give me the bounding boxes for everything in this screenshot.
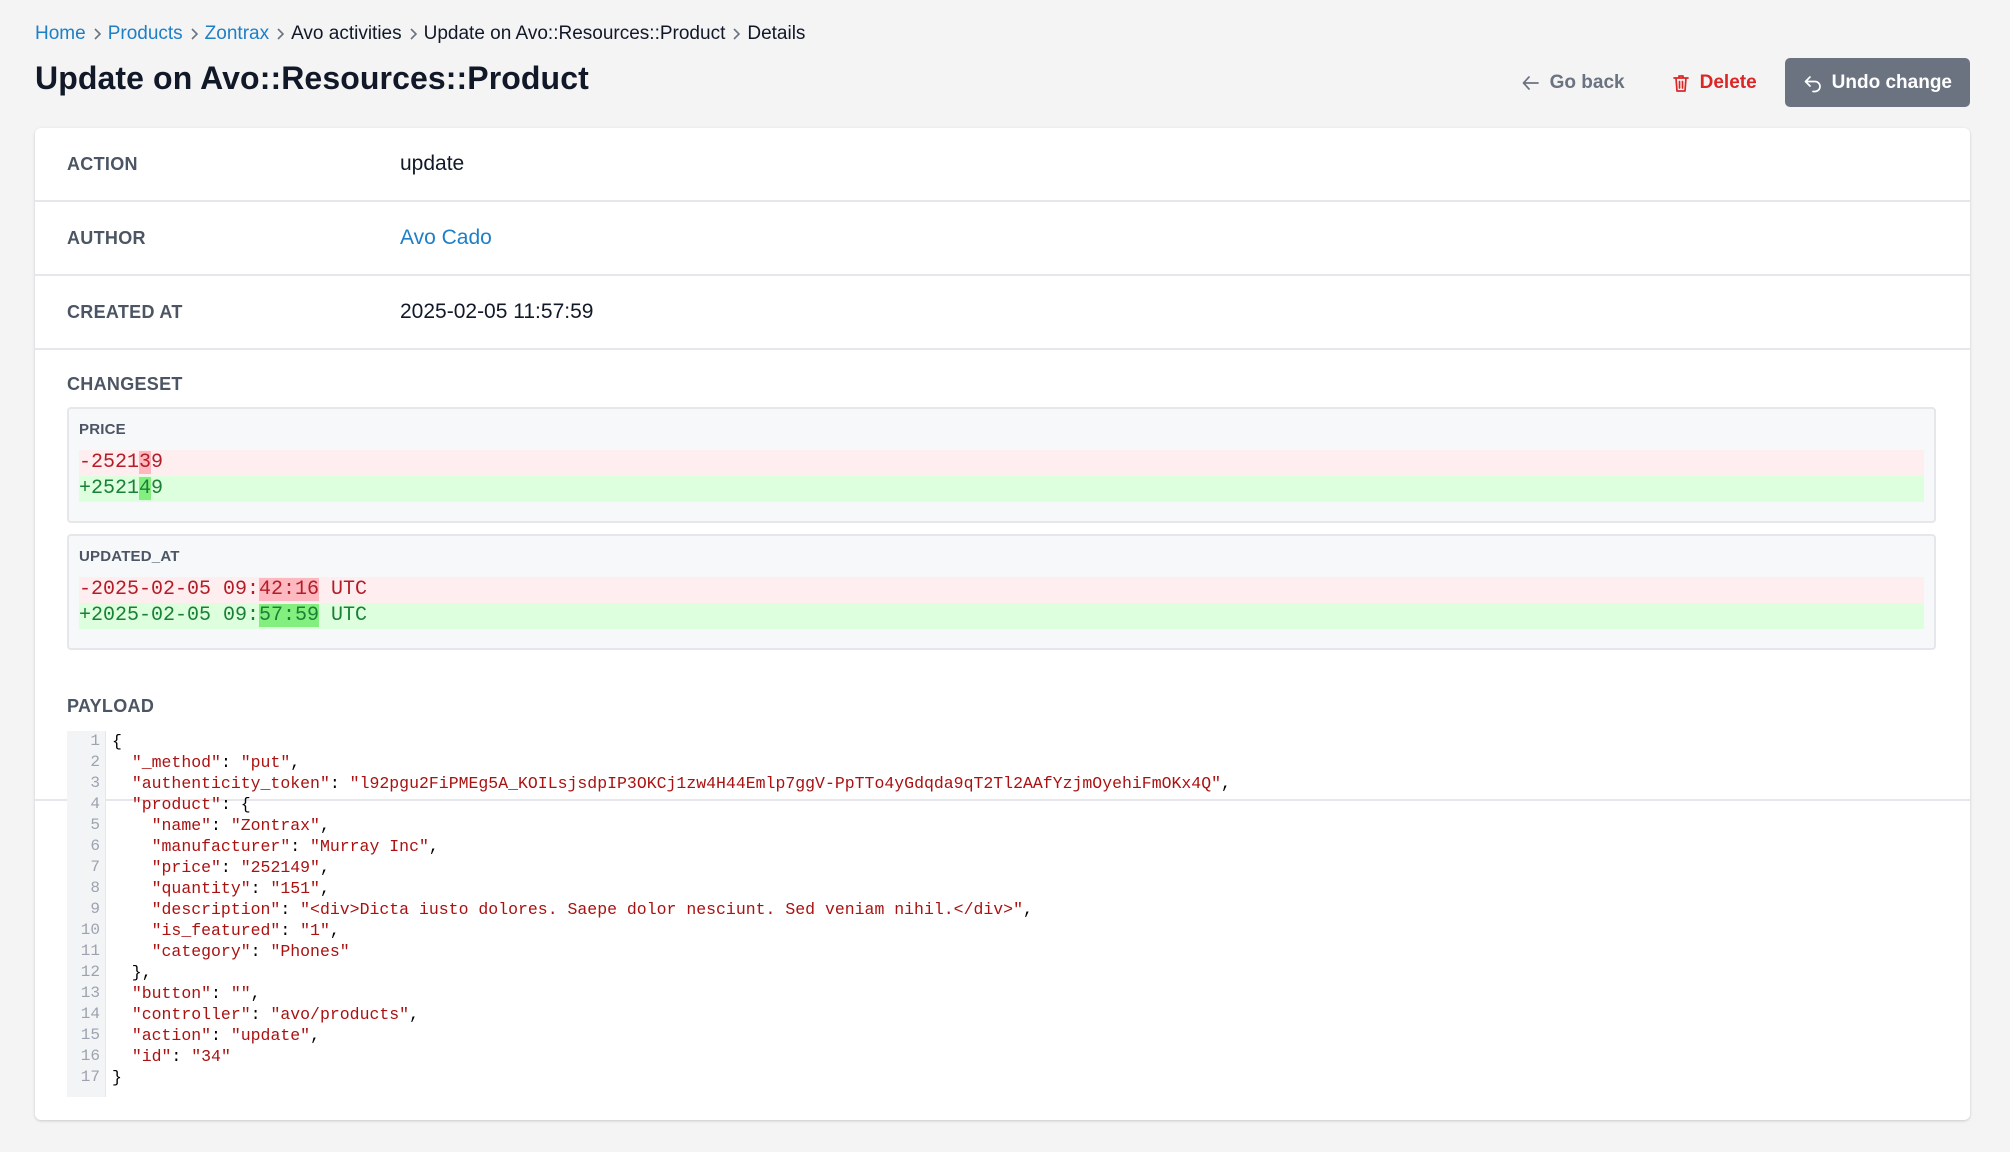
diff-updated-at: UPDATED_AT -2025-02-05 09:42:16 UTC +202… bbox=[67, 534, 1936, 650]
go-back-button[interactable]: Go back bbox=[1503, 58, 1643, 107]
trash-icon bbox=[1671, 73, 1691, 93]
line-number: 12 bbox=[80, 963, 100, 981]
delete-label: Delete bbox=[1699, 71, 1757, 93]
diff-field-name: PRICE bbox=[79, 421, 126, 438]
code-text: "button": "", bbox=[131, 984, 261, 1003]
author-link[interactable]: Avo Cado bbox=[400, 226, 492, 250]
line-number: 7 bbox=[90, 858, 100, 876]
undo-change-button[interactable]: Undo change bbox=[1784, 58, 1970, 107]
chevron-right-icon bbox=[732, 27, 741, 41]
line-number: 5 bbox=[90, 816, 100, 834]
code-text: "authenticity_token": "l92pgu2FiPMEg5A_K… bbox=[131, 774, 1231, 793]
breadcrumb-zontrax[interactable]: Zontrax bbox=[205, 23, 269, 45]
breadcrumb-details: Details bbox=[747, 23, 806, 44]
code-text: "category": "Phones" bbox=[151, 942, 350, 961]
page-title: Update on Avo::Resources::Product bbox=[35, 60, 589, 96]
line-number: 4 bbox=[90, 795, 100, 813]
created-at-label: CREATED AT bbox=[67, 301, 183, 322]
line-number: 11 bbox=[80, 942, 100, 960]
changeset-label: CHANGESET bbox=[67, 374, 183, 394]
code-text: "quantity": "151", bbox=[151, 879, 330, 898]
diff-field-name: UPDATED_AT bbox=[79, 548, 180, 565]
code-text: "is_featured": "1", bbox=[151, 921, 340, 940]
line-number: 17 bbox=[80, 1068, 100, 1086]
changeset-section: CHANGESET PRICE -252139 +252149 UPDATED_… bbox=[35, 350, 1970, 801]
code-text: "description": "<div>Dicta iusto dolores… bbox=[151, 900, 1033, 919]
diff-added-line: +252149 bbox=[79, 476, 1924, 502]
chevron-right-icon bbox=[93, 27, 102, 41]
line-number: 9 bbox=[90, 900, 100, 918]
code-text: "product": { bbox=[131, 795, 251, 814]
code-text: "price": "252149", bbox=[151, 858, 330, 877]
undo-arrow-icon bbox=[1803, 73, 1823, 93]
author-row: AUTHOR Avo Cado bbox=[35, 202, 1970, 276]
header-actions: Go back Delete Undo change bbox=[1503, 58, 1970, 107]
line-number: 3 bbox=[90, 774, 100, 792]
chevron-right-icon bbox=[276, 27, 285, 41]
arrow-left-icon bbox=[1521, 73, 1541, 93]
diff-added-line: +2025-02-05 09:57:59 UTC bbox=[79, 603, 1924, 629]
payload-label: PAYLOAD bbox=[67, 696, 155, 716]
line-number: 16 bbox=[80, 1047, 100, 1065]
breadcrumb-update-record: Update on Avo::Resources::Product bbox=[423, 23, 726, 44]
author-label: AUTHOR bbox=[67, 227, 146, 248]
diff-price: PRICE -252139 +252149 bbox=[67, 407, 1936, 523]
line-number: 14 bbox=[80, 1005, 100, 1023]
breadcrumb-avo-activities: Avo activities bbox=[291, 23, 402, 44]
breadcrumb-home[interactable]: Home bbox=[35, 23, 86, 45]
action-value: update bbox=[400, 152, 465, 175]
breadcrumb-products[interactable]: Products bbox=[108, 23, 183, 45]
diff-removed-line: -2025-02-05 09:42:16 UTC bbox=[79, 577, 1924, 603]
code-text: "manufacturer": "Murray Inc", bbox=[151, 837, 439, 856]
line-number: 13 bbox=[80, 984, 100, 1002]
chevron-right-icon bbox=[409, 27, 418, 41]
code-text: "_method": "put", bbox=[131, 753, 301, 772]
go-back-label: Go back bbox=[1549, 71, 1625, 93]
breadcrumb: Home Products Zontrax Avo activities Upd… bbox=[35, 22, 805, 46]
action-row: ACTION update bbox=[35, 128, 1970, 202]
line-number: 15 bbox=[80, 1026, 100, 1044]
code-text: } bbox=[112, 1068, 122, 1087]
code-text: "id": "34" bbox=[131, 1047, 231, 1066]
code-text: "action": "update", bbox=[131, 1026, 320, 1045]
chevron-right-icon bbox=[190, 27, 199, 41]
activity-details-card: ACTION update AUTHOR Avo Cado CREATED AT… bbox=[35, 128, 1970, 1120]
line-number: 10 bbox=[80, 921, 100, 939]
line-number: 6 bbox=[90, 837, 100, 855]
code-text: "name": "Zontrax", bbox=[151, 816, 330, 835]
delete-button[interactable]: Delete bbox=[1653, 58, 1775, 107]
undo-label: Undo change bbox=[1831, 71, 1952, 93]
line-number: 8 bbox=[90, 879, 100, 897]
line-number: 2 bbox=[90, 753, 100, 771]
created-at-row: CREATED AT 2025-02-05 11:57:59 bbox=[35, 276, 1970, 350]
code-text: "controller": "avo/products", bbox=[131, 1005, 419, 1024]
line-number: 1 bbox=[90, 732, 100, 750]
code-text: { bbox=[112, 732, 122, 751]
created-at-value: 2025-02-05 11:57:59 bbox=[400, 300, 594, 323]
diff-removed-line: -252139 bbox=[79, 450, 1924, 476]
code-text: }, bbox=[112, 963, 152, 982]
action-label: ACTION bbox=[67, 153, 138, 174]
